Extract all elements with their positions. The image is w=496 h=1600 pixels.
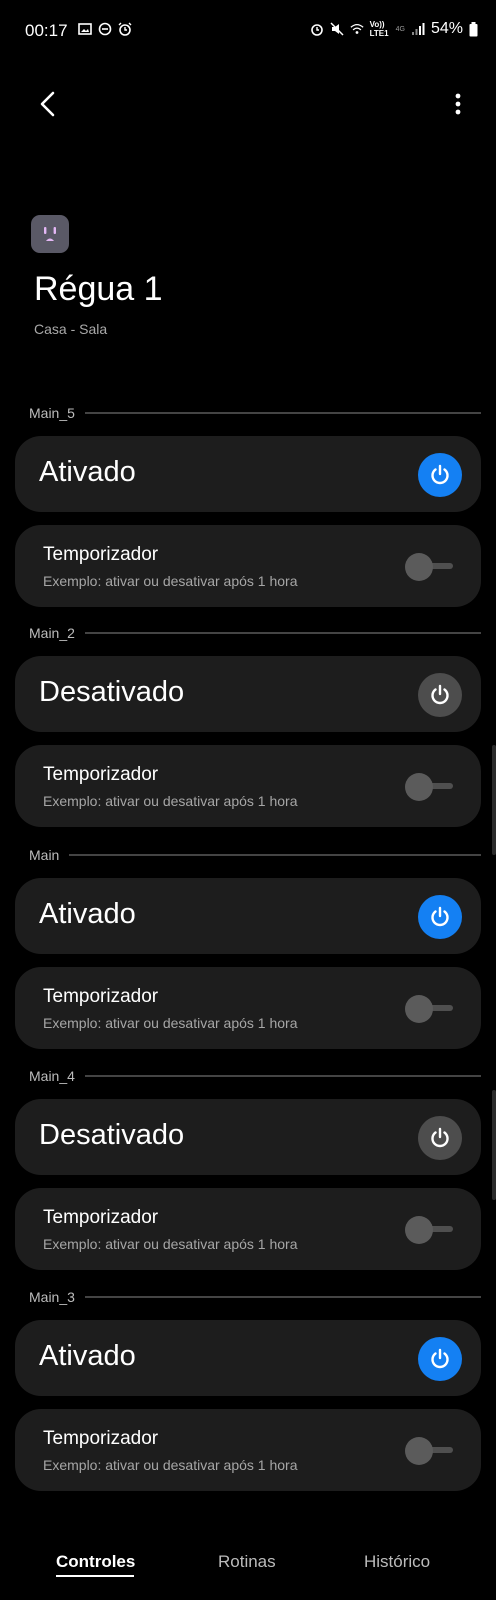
section-title: Main_3 [29,1289,75,1305]
tab-historico[interactable]: Histórico [364,1552,430,1572]
section-title: Main_5 [29,405,75,421]
timer-title: Temporizador [43,1428,159,1449]
timer-toggle[interactable] [405,995,455,1023]
section-header: Main_2 [15,623,481,643]
top-bar [0,80,496,130]
section-divider [84,412,481,414]
power-icon [431,684,449,705]
power-state-label: Desativado [39,676,185,708]
power-icon [431,464,449,485]
section-title: Main_2 [29,625,75,641]
power-state-card[interactable]: Ativado [15,1320,481,1396]
scroll-indicator[interactable] [492,745,496,855]
battery-icon [469,21,478,36]
tab-controles[interactable]: Controles [56,1552,135,1572]
timer-title: Temporizador [43,1207,159,1228]
timer-card[interactable]: Temporizador Exemplo: ativar ou desativar… [15,525,481,607]
section-divider [69,854,481,856]
status-left-icons [78,22,132,36]
timer-description: Exemplo: ativar ou desativar após 1 hora [43,573,298,589]
power-icon [431,1348,449,1369]
gallery-icon [78,23,92,35]
power-state-card[interactable]: Ativado [15,436,481,512]
scroll-indicator[interactable] [492,1090,496,1200]
power-state-card[interactable]: Desativado [15,656,481,732]
power-button[interactable] [418,1337,462,1381]
toggle-thumb [405,553,433,581]
section-divider [84,632,481,634]
toggle-thumb [405,1437,433,1465]
timer-toggle[interactable] [405,1437,455,1465]
outlet-section: Main Ativado Temporizador Exemplo: ativar o… [15,845,481,1049]
bottom-nav: Controles Rotinas Histórico [0,1540,496,1600]
timer-toggle[interactable] [405,773,455,801]
outlet-section: Main_2 Desativado Temporizador Exemplo: ati… [15,623,481,827]
power-button[interactable] [418,673,462,717]
power-icon [431,906,449,927]
section-title: Main [29,847,60,863]
status-bar: 00:17 Vo)) LTE1 4G 54% [0,0,496,60]
timer-card[interactable]: Temporizador Exemplo: ativar ou desativar… [15,1409,481,1491]
timer-description: Exemplo: ativar ou desativar após 1 hora [43,1457,298,1473]
timer-toggle[interactable] [405,553,455,581]
status-time: 00:17 [25,21,68,40]
section-divider [84,1075,481,1077]
more-options-button[interactable] [440,86,476,122]
chevron-left-icon [40,91,55,117]
outlet-section: Main_4 Desativado Temporizador Exemplo: ati… [15,1066,481,1270]
network-gen: 4G [395,25,405,33]
toggle-thumb [405,995,433,1023]
back-button[interactable] [30,86,66,122]
network-label: Vo)) LTE1 [369,20,389,38]
power-state-label: Desativado [39,1119,185,1151]
section-header: Main_3 [15,1287,481,1307]
outlet-section: Main_5 Ativado Temporizador Exemplo: ativar… [15,403,481,607]
timer-toggle[interactable] [405,1216,455,1244]
wifi-icon [350,23,364,34]
timer-description: Exemplo: ativar ou desativar após 1 hora [43,793,298,809]
timer-card[interactable]: Temporizador Exemplo: ativar ou desativar… [15,1188,481,1270]
section-header: Main [15,845,481,865]
timer-card[interactable]: Temporizador Exemplo: ativar ou desativar… [15,967,481,1049]
power-state-label: Ativado [39,898,136,930]
toggle-thumb [405,773,433,801]
tab-active-indicator [56,1575,134,1577]
signal-icon [411,23,425,35]
mute-icon [330,22,344,36]
power-button[interactable] [418,453,462,497]
do-not-disturb-icon [98,22,112,36]
tab-rotinas[interactable]: Rotinas [218,1552,276,1572]
power-button[interactable] [418,1116,462,1160]
section-header: Main_5 [15,403,481,423]
power-state-card[interactable]: Ativado [15,878,481,954]
section-divider [84,1296,481,1298]
timer-card[interactable]: Temporizador Exemplo: ativar ou desativar… [15,745,481,827]
timer-title: Temporizador [43,544,159,565]
power-state-label: Ativado [39,1340,136,1372]
device-location: Casa - Sala [34,321,108,337]
power-icon [431,1127,449,1148]
section-title: Main_4 [29,1068,75,1084]
power-state-label: Ativado [39,456,136,488]
more-vertical-icon [455,93,461,115]
section-header: Main_4 [15,1066,481,1086]
power-button[interactable] [418,895,462,939]
device-name: Régua 1 [34,270,163,308]
timer-description: Exemplo: ativar ou desativar após 1 hora [43,1015,298,1031]
power-outlet-icon [31,215,69,253]
outlet-section: Main_3 Ativado Temporizador Exemplo: ativar… [15,1287,481,1491]
status-right-icons: Vo)) LTE1 4G 54% [310,20,478,38]
power-state-card[interactable]: Desativado [15,1099,481,1175]
alarm-icon [118,22,132,36]
toggle-thumb [405,1216,433,1244]
timer-title: Temporizador [43,986,159,1007]
battery-percent: 54% [430,20,463,37]
timer-description: Exemplo: ativar ou desativar após 1 hora [43,1236,298,1252]
timer-title: Temporizador [43,764,159,785]
alarm-icon [310,24,323,36]
